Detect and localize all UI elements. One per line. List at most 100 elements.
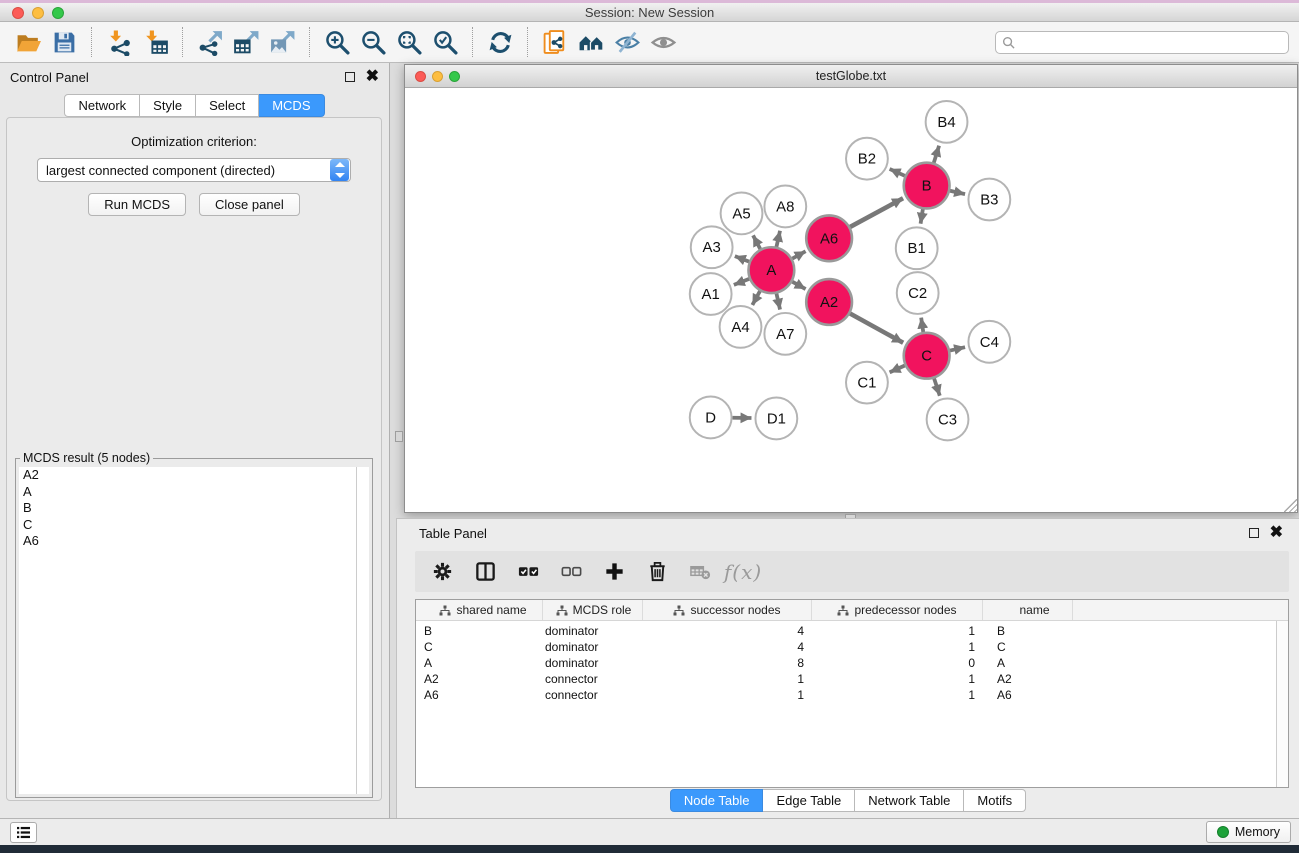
column-header-successor-nodes[interactable]: successor nodes (643, 600, 812, 620)
edge-C-C2[interactable] (921, 318, 923, 332)
run-mcds-button[interactable]: Run MCDS (88, 193, 186, 216)
network-from-file-button[interactable] (537, 25, 573, 59)
table-cell[interactable]: 0 (812, 655, 983, 671)
table-cell[interactable]: 1 (812, 687, 983, 703)
edge-A-A7[interactable] (776, 293, 780, 309)
save-session-button[interactable] (46, 25, 82, 59)
minimize-window-button[interactable] (432, 71, 443, 82)
edge-A6-B[interactable] (850, 198, 903, 227)
float-panel-icon[interactable] (1249, 528, 1259, 538)
search-input[interactable] (1019, 36, 1282, 50)
edge-A-A3[interactable] (735, 256, 749, 261)
table-cell[interactable]: dominator (543, 655, 643, 671)
table-cell[interactable]: dominator (543, 623, 643, 639)
edge-B-B2[interactable] (890, 169, 905, 176)
table-cell[interactable]: 1 (643, 671, 812, 687)
table-scrollbar[interactable] (1276, 621, 1288, 787)
tab-network-table[interactable]: Network Table (855, 789, 964, 812)
edge-C-C1[interactable] (890, 365, 905, 372)
table-cell[interactable]: dominator (543, 639, 643, 655)
table-cell[interactable]: connector (543, 687, 643, 703)
table-cell[interactable]: connector (543, 671, 643, 687)
table-cell[interactable]: A (983, 655, 1073, 671)
tab-motifs[interactable]: Motifs (964, 789, 1026, 812)
table-cell[interactable]: 4 (643, 639, 812, 655)
refresh-button[interactable] (482, 25, 518, 59)
close-window-button[interactable] (415, 71, 426, 82)
criterion-dropdown[interactable]: largest connected component (directed) (37, 158, 351, 182)
network-window-titlebar[interactable]: testGlobe.txt (405, 65, 1297, 88)
table-cell[interactable]: C (416, 639, 543, 655)
network-graph-svg[interactable]: B4B2BB3B1A5A8A6A3AA1C2A2A4A7C4CC1C3DD1 (406, 89, 1296, 511)
tab-edge-table[interactable]: Edge Table (763, 789, 855, 812)
export-network-button[interactable] (192, 25, 228, 59)
column-header-shared-name[interactable]: shared name (416, 600, 543, 620)
edge-B-B4[interactable] (934, 146, 939, 163)
table-cell[interactable]: C (983, 639, 1073, 655)
select-all-button[interactable] (515, 559, 541, 585)
memory-button[interactable]: Memory (1206, 821, 1291, 843)
edge-C-C3[interactable] (934, 378, 940, 395)
minimize-window-button[interactable] (32, 7, 44, 19)
mcds-result-scrollbar[interactable] (356, 467, 369, 794)
desktop-scroll-grip[interactable] (395, 431, 403, 442)
float-panel-icon[interactable] (345, 72, 355, 82)
close-panel-icon[interactable]: ✖ (366, 72, 379, 82)
show-panels-button[interactable] (645, 25, 681, 59)
task-history-button[interactable] (10, 822, 37, 843)
network-canvas[interactable]: B4B2BB3B1A5A8A6A3AA1C2A2A4A7C4CC1C3DD1 (406, 89, 1296, 511)
tab-style[interactable]: Style (140, 94, 196, 117)
table-cell[interactable]: A2 (983, 671, 1073, 687)
edge-B-B1[interactable] (921, 209, 923, 224)
zoom-out-button[interactable] (355, 25, 391, 59)
tab-select[interactable]: Select (196, 94, 259, 117)
zoom-in-button[interactable] (319, 25, 355, 59)
table-cell[interactable]: 1 (812, 671, 983, 687)
mcds-result-item[interactable]: A (19, 484, 356, 501)
edge-A-A5[interactable] (753, 235, 760, 249)
import-network-button[interactable] (101, 25, 137, 59)
close-window-button[interactable] (12, 7, 24, 19)
table-cell[interactable]: 1 (812, 639, 983, 655)
table-row[interactable]: A6connector11A6 (416, 687, 1288, 703)
export-table-button[interactable] (228, 25, 264, 59)
table-cell[interactable]: B (983, 623, 1073, 639)
tab-mcds[interactable]: MCDS (259, 94, 324, 117)
mcds-result-item[interactable]: A2 (19, 467, 356, 484)
table-mode-gear-button[interactable] (429, 559, 455, 585)
edge-C-C4[interactable] (950, 347, 965, 350)
table-cell[interactable]: B (416, 623, 543, 639)
table-row[interactable]: Cdominator41C (416, 639, 1288, 655)
import-table-button[interactable] (137, 25, 173, 59)
table-cell[interactable]: A2 (416, 671, 543, 687)
table-row[interactable]: Adominator80A (416, 655, 1288, 671)
edge-A-A4[interactable] (752, 291, 760, 305)
mcds-result-item[interactable]: B (19, 500, 356, 517)
zoom-window-button[interactable] (52, 7, 64, 19)
table-row[interactable]: Bdominator41B (416, 623, 1288, 639)
mcds-result-item[interactable]: A6 (19, 533, 356, 550)
mcds-result-item[interactable]: C (19, 517, 356, 534)
column-header-mcds-role[interactable]: MCDS role (543, 600, 643, 620)
show-columns-button[interactable] (472, 559, 498, 585)
table-cell[interactable]: 1 (643, 687, 812, 703)
close-panel-button[interactable]: Close panel (199, 193, 300, 216)
table-row[interactable]: A2connector11A2 (416, 671, 1288, 687)
edge-A-A2[interactable] (792, 282, 805, 289)
export-image-button[interactable] (264, 25, 300, 59)
edge-A-A8[interactable] (776, 231, 780, 247)
window-resize-grip[interactable] (1284, 499, 1297, 512)
column-header-predecessor-nodes[interactable]: predecessor nodes (812, 600, 983, 620)
zoom-selected-button[interactable] (427, 25, 463, 59)
tab-network[interactable]: Network (64, 94, 140, 117)
edge-A-A6[interactable] (792, 251, 805, 258)
edge-B-B3[interactable] (950, 191, 965, 194)
deselect-all-button[interactable] (558, 559, 584, 585)
table-cell[interactable]: A6 (416, 687, 543, 703)
edge-A-A1[interactable] (734, 279, 749, 285)
open-session-button[interactable] (10, 25, 46, 59)
home-view-button[interactable] (573, 25, 609, 59)
edge-A2-C[interactable] (850, 314, 903, 343)
search-field[interactable] (995, 31, 1289, 54)
zoom-window-button[interactable] (449, 71, 460, 82)
